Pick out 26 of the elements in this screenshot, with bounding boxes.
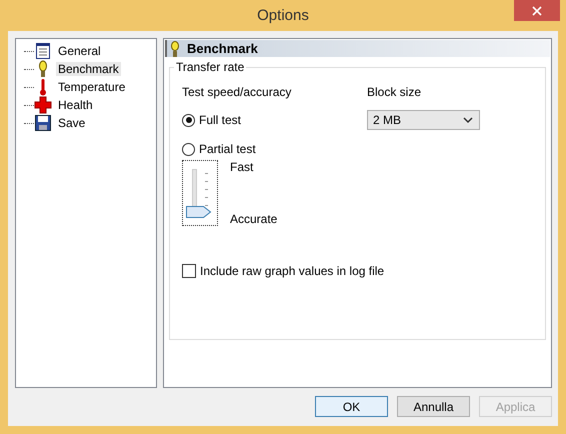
close-button[interactable] — [514, 0, 560, 21]
radio-option[interactable]: Full test — [182, 112, 367, 128]
accurate-label: Accurate — [230, 212, 278, 226]
block-size-dropdown[interactable]: 2 MB — [367, 110, 480, 130]
cross-icon — [34, 96, 52, 114]
fast-label: Fast — [230, 160, 254, 174]
radio-option[interactable]: Partial test — [182, 141, 367, 157]
block-size-label: Block size — [367, 85, 422, 99]
dialog-button[interactable]: Annulla — [397, 396, 470, 417]
slider-thumb[interactable] — [186, 206, 212, 218]
bulb-icon — [169, 40, 181, 56]
tree-item[interactable]: Health — [56, 98, 95, 112]
tree-item[interactable]: Temperature — [56, 80, 128, 94]
dialog-button[interactable]: OK — [315, 396, 388, 417]
tree-item[interactable]: Benchmark — [56, 62, 121, 76]
page-title: Benchmark — [187, 41, 258, 56]
document-icon — [34, 42, 52, 60]
checkbox-option[interactable]: Include raw graph values in log file — [182, 264, 535, 278]
tree-item[interactable]: Save — [56, 116, 88, 130]
close-icon — [532, 6, 542, 16]
vertical-slider[interactable] — [182, 160, 218, 226]
group-title: Transfer rate — [175, 60, 246, 74]
window-title: Options — [257, 7, 309, 24]
caret-icon — [463, 116, 473, 124]
tree-item[interactable]: General — [56, 44, 103, 58]
speed-label: Test speed/accuracy — [182, 85, 292, 99]
